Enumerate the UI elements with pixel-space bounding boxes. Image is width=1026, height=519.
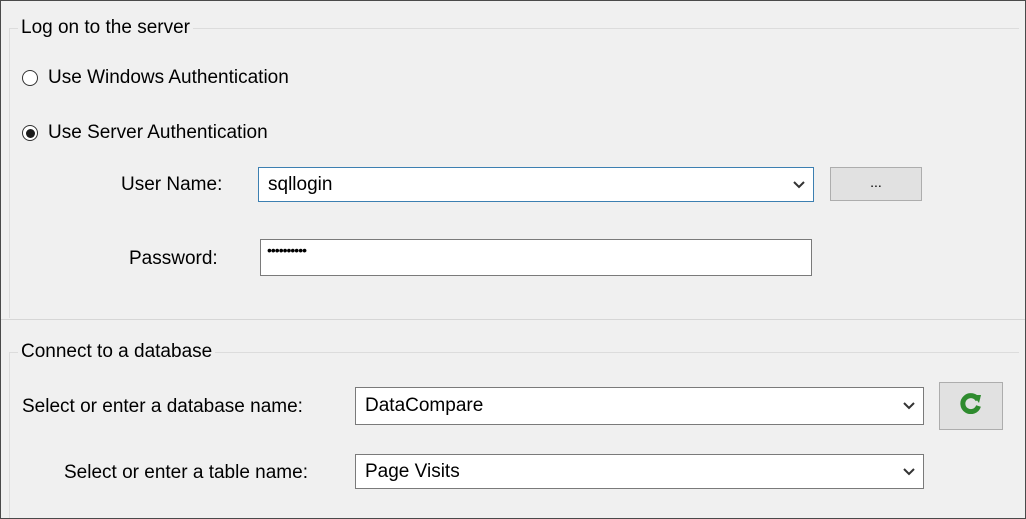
username-label: User Name:	[121, 174, 223, 195]
chevron-down-icon[interactable]	[895, 455, 923, 488]
username-value[interactable]: sqllogin	[259, 174, 785, 196]
table-value[interactable]: Page Visits	[356, 461, 895, 483]
windows-auth-option[interactable]: Use Windows Authentication	[22, 67, 289, 89]
database-group-title: Connect to a database	[18, 341, 216, 363]
refresh-icon	[960, 392, 982, 420]
radio-selected-dot	[25, 128, 35, 138]
windows-auth-label[interactable]: Use Windows Authentication	[48, 67, 289, 89]
chevron-down-icon[interactable]	[895, 388, 923, 424]
connection-dialog: Log on to the server Use Windows Authent…	[0, 0, 1026, 519]
password-label: Password:	[129, 248, 218, 269]
database-group-border-left	[9, 352, 10, 518]
database-value[interactable]: DataCompare	[356, 395, 895, 417]
browse-button-label: ...	[870, 174, 882, 190]
windows-auth-radio[interactable]	[22, 70, 38, 86]
password-field[interactable]: ••••••••••	[260, 239, 812, 276]
chevron-down-icon[interactable]	[785, 168, 813, 201]
logon-group-title: Log on to the server	[18, 17, 193, 39]
database-name-label: Select or enter a database name:	[22, 396, 303, 417]
browse-button[interactable]: ...	[830, 167, 922, 201]
table-combobox[interactable]: Page Visits	[355, 454, 924, 489]
database-combobox[interactable]: DataCompare	[355, 387, 924, 425]
password-mask: ••••••••••	[267, 242, 307, 258]
table-name-label: Select or enter a table name:	[64, 462, 308, 483]
logon-group-border-left	[9, 28, 10, 318]
server-auth-option[interactable]: Use Server Authentication	[22, 122, 268, 144]
username-combobox[interactable]: sqllogin	[258, 167, 814, 202]
section-separator	[1, 319, 1025, 320]
refresh-button[interactable]	[939, 382, 1003, 430]
server-auth-radio[interactable]	[22, 125, 38, 141]
server-auth-label[interactable]: Use Server Authentication	[48, 122, 268, 144]
